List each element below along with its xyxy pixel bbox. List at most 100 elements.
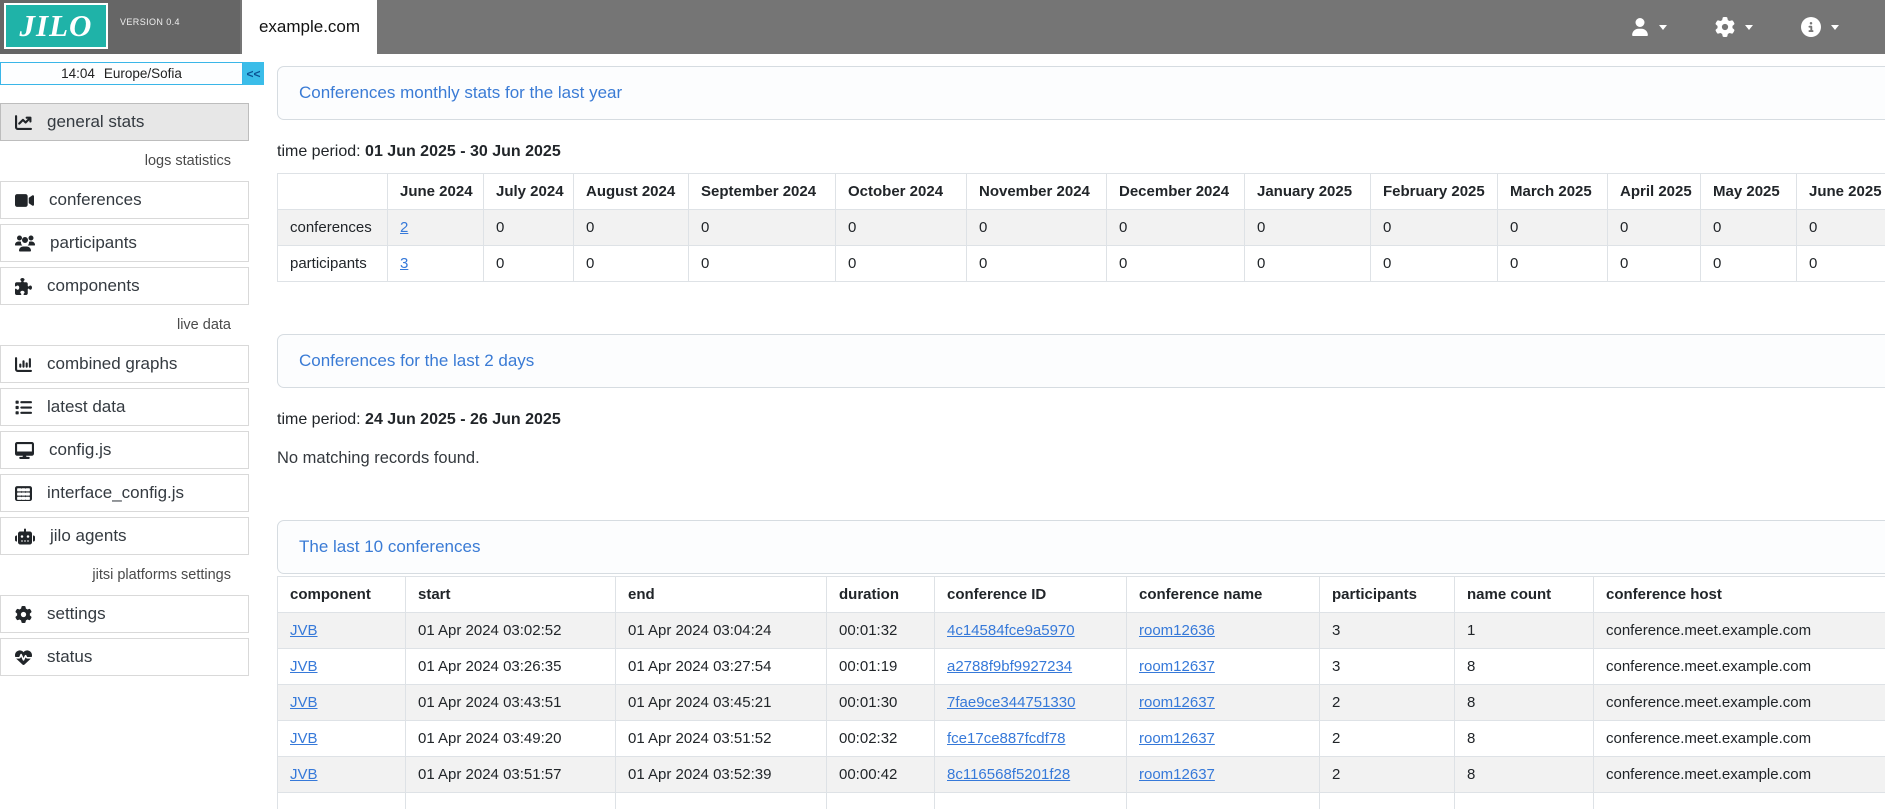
cell: 0 bbox=[689, 210, 836, 246]
column-header: June 2024 bbox=[388, 174, 484, 210]
sidebar-item-combined-graphs[interactable]: combined graphs bbox=[0, 345, 249, 383]
cell: 1 bbox=[1455, 613, 1594, 649]
cell: 01 Apr 2024 03:51:52 bbox=[616, 721, 827, 757]
cell: 0 bbox=[967, 210, 1107, 246]
cell bbox=[406, 793, 616, 809]
component-link[interactable]: JVB bbox=[290, 658, 318, 675]
caret-down-icon bbox=[1659, 25, 1667, 30]
settings-menu-dropdown[interactable] bbox=[1715, 17, 1753, 37]
cell: 8 bbox=[1455, 685, 1594, 721]
sidebar-item-components[interactable]: components bbox=[0, 267, 249, 305]
cell: 01 Apr 2024 03:45:21 bbox=[616, 685, 827, 721]
caret-down-icon bbox=[1745, 25, 1753, 30]
column-header: May 2025 bbox=[1701, 174, 1797, 210]
video-icon bbox=[15, 192, 34, 209]
component-link[interactable]: JVB bbox=[290, 622, 318, 639]
last-10-heading-link[interactable]: The last 10 conferences bbox=[299, 537, 480, 557]
cell: 0 bbox=[484, 246, 574, 282]
sidebar-item-config-js[interactable]: config.js bbox=[0, 431, 249, 469]
cell bbox=[1455, 793, 1594, 809]
table-row: JVB 01 Apr 2024 03:26:35 01 Apr 2024 03:… bbox=[278, 649, 1885, 685]
cell: 0 bbox=[1608, 210, 1701, 246]
cell: 0 bbox=[1371, 210, 1498, 246]
monthly-participants-link[interactable]: 3 bbox=[400, 255, 408, 272]
sidebar-item-status[interactable]: status bbox=[0, 638, 249, 676]
cell: 8 bbox=[1455, 721, 1594, 757]
sidebar-item-label: components bbox=[47, 276, 140, 296]
column-header: conference ID bbox=[935, 577, 1127, 613]
info-circle-icon bbox=[1801, 17, 1821, 37]
gear-icon bbox=[1715, 17, 1735, 37]
sidebar-item-interface-config-js[interactable]: interface_config.js bbox=[0, 474, 249, 512]
cell: 0 bbox=[1498, 210, 1608, 246]
cell: 00:00:42 bbox=[827, 757, 935, 793]
section-last-10-conferences: The last 10 conferences component start … bbox=[277, 520, 1885, 809]
platform-tab[interactable]: example.com bbox=[242, 0, 377, 54]
cell: 01 Apr 2024 03:52:39 bbox=[616, 757, 827, 793]
user-menu-dropdown[interactable] bbox=[1631, 18, 1667, 36]
conference-id-link[interactable]: fce17ce887fcdf78 bbox=[947, 730, 1065, 747]
sidebar-nav: general stats logs statistics conference… bbox=[0, 103, 264, 676]
column-header: November 2024 bbox=[967, 174, 1107, 210]
table-row: JVB 01 Apr 2024 03:02:52 01 Apr 2024 03:… bbox=[278, 613, 1885, 649]
sidebar-item-latest-data[interactable]: latest data bbox=[0, 388, 249, 426]
cell: 0 bbox=[836, 246, 967, 282]
conference-id-link[interactable]: 4c14584fce9a5970 bbox=[947, 622, 1075, 639]
conference-name-link[interactable]: room12637 bbox=[1139, 730, 1215, 747]
conference-name-link[interactable]: room12637 bbox=[1139, 658, 1215, 675]
table-row-conferences: conferences 2 0 0 0 0 0 0 0 0 0 0 0 0 bbox=[278, 210, 1885, 246]
cell: 8 bbox=[1455, 649, 1594, 685]
cell: 0 bbox=[484, 210, 574, 246]
clock-timezone: Europe/Sofia bbox=[104, 66, 182, 81]
sidebar-item-settings[interactable]: settings bbox=[0, 595, 249, 633]
sidebar-item-participants[interactable]: participants bbox=[0, 224, 249, 262]
component-link[interactable]: JVB bbox=[290, 766, 318, 783]
app-logo[interactable]: JILO bbox=[4, 3, 108, 49]
sidebar-clock-row: 14:04 Europe/Sofia << bbox=[0, 62, 264, 85]
conference-name-link[interactable]: room12637 bbox=[1139, 766, 1215, 783]
column-header: start bbox=[406, 577, 616, 613]
info-menu-dropdown[interactable] bbox=[1801, 17, 1839, 37]
cell: 0 bbox=[1371, 246, 1498, 282]
conference-name-link[interactable]: room12636 bbox=[1139, 622, 1215, 639]
column-header: March 2025 bbox=[1498, 174, 1608, 210]
time-period-label: time period: bbox=[277, 411, 361, 428]
gear-icon bbox=[15, 606, 32, 623]
cell: 2 bbox=[1320, 685, 1455, 721]
cell: 0 bbox=[1107, 246, 1245, 282]
sidebar-item-jilo-agents[interactable]: jilo agents bbox=[0, 517, 249, 555]
cell bbox=[1320, 793, 1455, 809]
last-2-days-heading-link[interactable]: Conferences for the last 2 days bbox=[299, 351, 534, 371]
conference-name-link[interactable]: room12637 bbox=[1139, 694, 1215, 711]
conference-id-link[interactable]: 7fae9ce344751330 bbox=[947, 694, 1075, 711]
monthly-stats-table: June 2024 July 2024 August 2024 Septembe… bbox=[277, 173, 1885, 282]
time-period-label: time period: bbox=[277, 143, 361, 160]
sidebar-section-logs-statistics: logs statistics bbox=[0, 149, 249, 173]
sidebar-item-label: interface_config.js bbox=[47, 483, 184, 503]
cell: 01 Apr 2024 03:04:24 bbox=[616, 613, 827, 649]
column-header: conference name bbox=[1127, 577, 1320, 613]
cell: 01 Apr 2024 03:27:54 bbox=[616, 649, 827, 685]
component-link[interactable]: JVB bbox=[290, 694, 318, 711]
cell: 3 bbox=[1320, 649, 1455, 685]
monthly-stats-heading-link[interactable]: Conferences monthly stats for the last y… bbox=[299, 83, 622, 103]
cell: 2 bbox=[1320, 757, 1455, 793]
clock-display[interactable]: 14:04 Europe/Sofia bbox=[0, 62, 243, 85]
sidebar-item-label: general stats bbox=[47, 112, 144, 132]
user-icon bbox=[1631, 18, 1649, 36]
component-link[interactable]: JVB bbox=[290, 730, 318, 747]
sidebar-item-general-stats[interactable]: general stats bbox=[0, 103, 249, 141]
card-monthly-stats-heading: Conferences monthly stats for the last y… bbox=[277, 66, 1885, 120]
card-last-2-days-heading: Conferences for the last 2 days bbox=[277, 334, 1885, 388]
sidebar-collapse-button[interactable]: << bbox=[243, 62, 264, 85]
monthly-time-period: time period: 01 Jun 2025 - 30 Jun 2025 bbox=[277, 140, 1885, 164]
column-header: December 2024 bbox=[1107, 174, 1245, 210]
cell: 2 bbox=[1320, 721, 1455, 757]
conference-id-link[interactable]: 8c116568f5201f28 bbox=[947, 766, 1070, 783]
conference-id-link[interactable]: a2788f9bf9927234 bbox=[947, 658, 1072, 675]
cell: 0 bbox=[574, 210, 689, 246]
sidebar-item-conferences[interactable]: conferences bbox=[0, 181, 249, 219]
list-icon bbox=[15, 399, 32, 416]
monthly-conferences-link[interactable]: 2 bbox=[400, 219, 408, 236]
cell: conference.meet.example.com bbox=[1594, 757, 1885, 793]
